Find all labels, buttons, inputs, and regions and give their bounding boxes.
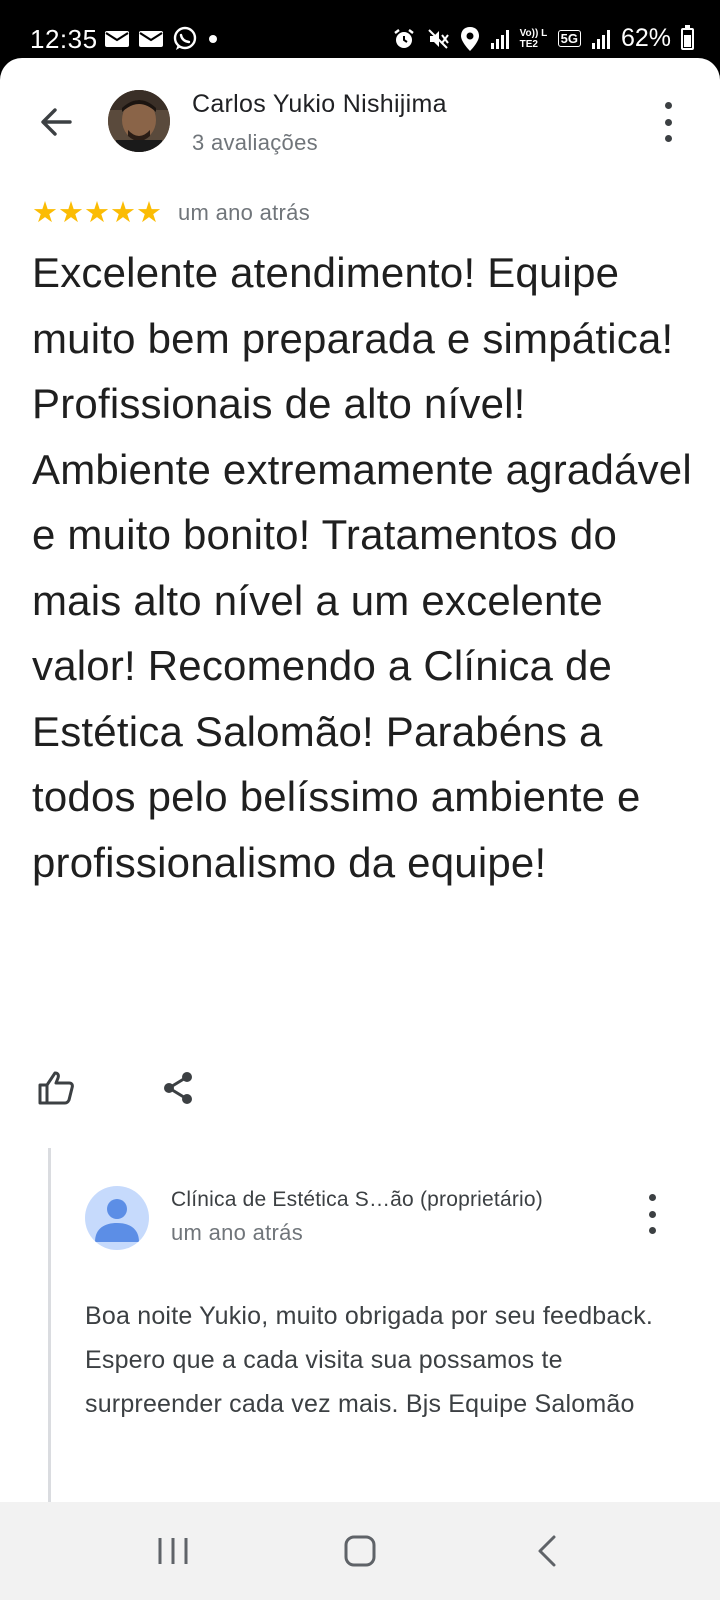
person-icon bbox=[95, 1199, 139, 1242]
owner-reply: Clínica de Estética S…ão (proprietário) … bbox=[48, 1148, 720, 1502]
owner-more-options-button[interactable] bbox=[640, 1194, 664, 1234]
review-text: Excelente atendimento! Equipe muito bem … bbox=[32, 249, 692, 886]
recent-apps-icon bbox=[158, 1538, 188, 1564]
more-vert-icon bbox=[648, 1227, 656, 1234]
nav-back-button[interactable] bbox=[512, 1521, 582, 1581]
star-rating: ★★★★★ bbox=[32, 196, 162, 229]
more-vert-icon bbox=[664, 118, 672, 126]
signal-icon bbox=[490, 29, 509, 49]
home-icon bbox=[344, 1535, 376, 1567]
more-options-button[interactable] bbox=[656, 102, 680, 142]
status-time: 12:35 bbox=[30, 24, 98, 54]
mute-icon bbox=[427, 28, 449, 49]
reviewer-avatar[interactable] bbox=[108, 90, 170, 152]
owner-reply-text: Boa noite Yukio, muito obrigada por seu … bbox=[85, 1302, 654, 1418]
signal-icon bbox=[591, 29, 610, 49]
5g-icon: 5G bbox=[557, 30, 581, 47]
notification-icons bbox=[104, 26, 220, 52]
battery-percent: 62% bbox=[620, 24, 671, 52]
whatsapp-icon bbox=[173, 26, 197, 50]
more-vert-icon bbox=[648, 1210, 656, 1218]
thumb-up-icon bbox=[38, 1071, 74, 1105]
battery-level bbox=[684, 35, 691, 47]
back-icon bbox=[538, 1535, 556, 1567]
more-vert-icon bbox=[648, 1194, 656, 1201]
recent-apps-button[interactable] bbox=[138, 1521, 208, 1581]
review-date: um ano atrás bbox=[178, 200, 311, 225]
reviewer-review-count: 3 avaliações bbox=[192, 130, 318, 155]
owner-avatar bbox=[85, 1186, 149, 1250]
volte-label: Vo)) LTE2 bbox=[519, 27, 548, 50]
share-button[interactable] bbox=[156, 1066, 200, 1110]
like-button[interactable] bbox=[34, 1066, 78, 1110]
volte-icon: Vo)) LTE2 bbox=[520, 28, 548, 50]
dot-icon bbox=[209, 35, 217, 43]
battery-icon bbox=[681, 24, 694, 50]
review-sheet: Carlos Yukio Nishijima 3 avaliações ★★★★… bbox=[0, 58, 720, 1502]
arrow-back-icon bbox=[41, 108, 72, 136]
reviewer-photo bbox=[108, 90, 170, 152]
home-button[interactable] bbox=[325, 1521, 395, 1581]
share-icon bbox=[164, 1072, 192, 1104]
reviewer-name[interactable]: Carlos Yukio Nishijima bbox=[192, 90, 447, 119]
more-vert-icon bbox=[664, 102, 672, 109]
back-button[interactable] bbox=[34, 100, 78, 144]
owner-name: Clínica de Estética S…ão (proprietário) bbox=[171, 1188, 543, 1211]
rating-row: ★★★★★ um ano atrás bbox=[32, 198, 310, 228]
owner-reply-date: um ano atrás bbox=[171, 1220, 304, 1245]
system-nav-bar bbox=[0, 1502, 720, 1600]
email-icon bbox=[139, 31, 163, 47]
review-header: Carlos Yukio Nishijima 3 avaliações bbox=[0, 58, 720, 188]
location-icon bbox=[460, 26, 479, 51]
email-icon bbox=[105, 31, 129, 47]
more-vert-icon bbox=[664, 135, 672, 142]
review-actions bbox=[34, 1066, 200, 1110]
alarm-icon bbox=[393, 28, 414, 48]
system-icons: Vo)) LTE2 5G 62% bbox=[392, 24, 694, 53]
